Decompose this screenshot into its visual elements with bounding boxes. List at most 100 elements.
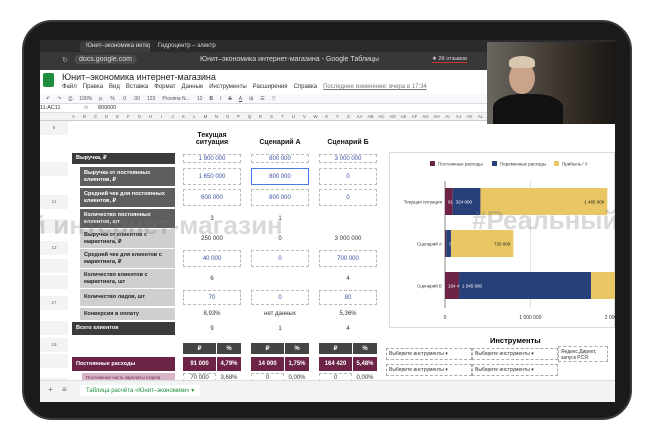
instrument-cell[interactable]: Яндекс.Директ, запуск РСЯ bbox=[558, 346, 608, 362]
column-header[interactable]: H bbox=[145, 114, 156, 119]
value-cell[interactable]: 1 650 000 bbox=[183, 168, 241, 185]
column-header[interactable]: AL bbox=[475, 114, 486, 119]
browser-tab-active[interactable]: Юнит–экономика интернет-магаз bbox=[80, 41, 150, 52]
value-cell[interactable]: 700 000 bbox=[319, 250, 377, 267]
column-header[interactable]: L bbox=[189, 114, 200, 119]
sheet-tab[interactable]: Таблица расчёта «Юнит–экономики» ▾ bbox=[80, 385, 201, 396]
font-select[interactable]: Proxima N... bbox=[162, 96, 190, 102]
row-number[interactable] bbox=[40, 354, 68, 368]
menu-data[interactable]: Данные bbox=[182, 84, 204, 90]
row-number[interactable]: 6 bbox=[40, 121, 68, 135]
zoom-select[interactable]: 100% bbox=[79, 96, 92, 102]
column-header[interactable]: AB bbox=[365, 114, 376, 119]
borders-icon[interactable]: ⊞ bbox=[249, 96, 253, 102]
column-header[interactable]: AK bbox=[464, 114, 475, 119]
value-cell[interactable]: 80 bbox=[319, 290, 377, 305]
menu-edit[interactable]: Правка bbox=[83, 84, 103, 90]
value-cell[interactable]: 3 000 000 bbox=[319, 154, 377, 163]
menu-tools[interactable]: Инструменты bbox=[209, 84, 246, 90]
name-box[interactable]: 11:AC11 bbox=[40, 105, 61, 111]
value-cell[interactable]: 1 900 000 bbox=[183, 154, 241, 163]
strike-button[interactable]: S bbox=[228, 96, 231, 102]
value-cell[interactable]: 800 000 bbox=[251, 189, 309, 206]
value-cell[interactable]: 70 bbox=[183, 290, 241, 305]
value-cell[interactable]: 800 000 bbox=[251, 168, 309, 185]
increase-decimal-button[interactable]: .00 bbox=[133, 96, 140, 102]
row-number[interactable]: 17 bbox=[40, 296, 68, 310]
value-cell[interactable]: 40 000 bbox=[183, 250, 241, 267]
column-header[interactable]: M bbox=[200, 114, 211, 119]
align-icon[interactable]: ☰ bbox=[260, 96, 264, 102]
menu-format[interactable]: Формат bbox=[154, 84, 175, 90]
column-header[interactable]: R bbox=[255, 114, 266, 119]
row-number[interactable]: 13 bbox=[40, 241, 68, 255]
column-header[interactable]: I bbox=[156, 114, 167, 119]
font-size-select[interactable]: 12 bbox=[197, 96, 203, 102]
row-number[interactable]: 19 bbox=[40, 338, 68, 352]
value-cell[interactable]: 0 bbox=[319, 189, 377, 206]
column-header[interactable]: U bbox=[288, 114, 299, 119]
menu-extensions[interactable]: Расширения bbox=[253, 84, 288, 90]
column-header[interactable]: V bbox=[299, 114, 310, 119]
instrument-dropdown[interactable]: Выберите инструменты ▾ bbox=[386, 364, 472, 376]
row-number[interactable]: 11 bbox=[40, 195, 68, 209]
last-edit-link[interactable]: Последнее изменение: вчера в 17:34 bbox=[323, 84, 427, 90]
column-header[interactable]: P bbox=[233, 114, 244, 119]
bold-button[interactable]: B bbox=[209, 96, 213, 102]
menu-view[interactable]: Вид bbox=[109, 84, 120, 90]
reload-icon[interactable]: ↻ bbox=[62, 56, 68, 64]
column-header[interactable]: B bbox=[79, 114, 90, 119]
column-header[interactable]: D bbox=[101, 114, 112, 119]
instrument-dropdown[interactable]: Выберите инструменты ▾ bbox=[472, 364, 558, 376]
column-header[interactable]: O bbox=[222, 114, 233, 119]
column-header[interactable]: Q bbox=[244, 114, 255, 119]
menu-file[interactable]: Файл bbox=[62, 84, 77, 90]
column-header[interactable]: S bbox=[266, 114, 277, 119]
add-sheet-icon[interactable]: + bbox=[48, 385, 53, 394]
column-header[interactable]: Y bbox=[332, 114, 343, 119]
stacked-bar-chart[interactable]: 0 1 000 000 2 000 000 Постоянные расходы Пер… bbox=[389, 152, 615, 328]
row-number[interactable] bbox=[40, 259, 68, 273]
column-header[interactable]: Z bbox=[343, 114, 354, 119]
formula-input[interactable]: 800000 bbox=[98, 105, 116, 111]
column-header[interactable]: AJ bbox=[453, 114, 464, 119]
column-header[interactable]: K bbox=[178, 114, 189, 119]
column-header[interactable]: C bbox=[90, 114, 101, 119]
column-header[interactable]: AA bbox=[354, 114, 365, 119]
column-header[interactable]: T bbox=[277, 114, 288, 119]
column-header[interactable]: AD bbox=[387, 114, 398, 119]
value-cell[interactable]: 0 bbox=[319, 168, 377, 185]
menu-insert[interactable]: Вставка bbox=[126, 84, 148, 90]
column-header[interactable]: E bbox=[112, 114, 123, 119]
instrument-dropdown[interactable]: Выберите инструменты ▾ bbox=[472, 348, 558, 360]
row-number[interactable] bbox=[40, 275, 68, 289]
italic-button[interactable]: I bbox=[220, 96, 221, 102]
decrease-decimal-button[interactable]: .0 bbox=[122, 96, 126, 102]
column-header[interactable]: AC bbox=[376, 114, 387, 119]
reviews-link[interactable]: ★ 2К отзывов bbox=[432, 56, 468, 63]
value-cell[interactable]: 600 000 bbox=[183, 189, 241, 206]
row-number[interactable] bbox=[40, 162, 68, 176]
redo-icon[interactable]: ↷ bbox=[57, 96, 61, 102]
column-header[interactable]: X bbox=[321, 114, 332, 119]
column-header[interactable]: AE bbox=[398, 114, 409, 119]
value-cell[interactable]: 800 000 bbox=[251, 154, 309, 163]
browser-tab[interactable]: Гидроцентр – электр bbox=[152, 41, 222, 52]
text-color-button[interactable]: A bbox=[239, 96, 242, 102]
currency-button[interactable]: р. bbox=[99, 96, 103, 102]
sheet-list-icon[interactable]: ≡ bbox=[62, 385, 67, 394]
print-icon[interactable]: ⎙ bbox=[68, 96, 72, 102]
instrument-dropdown[interactable]: Выберите инструменты ▾ bbox=[386, 348, 472, 360]
column-header[interactable]: AF bbox=[409, 114, 420, 119]
column-header[interactable]: F bbox=[123, 114, 134, 119]
value-cell[interactable]: 0 bbox=[251, 290, 309, 305]
doc-title[interactable]: Юнит–экономика интернет-магазина bbox=[62, 72, 216, 82]
undo-icon[interactable]: ↶ bbox=[46, 96, 50, 102]
format-select[interactable]: 123 bbox=[147, 96, 155, 102]
column-header[interactable]: AI bbox=[442, 114, 453, 119]
column-header[interactable]: J bbox=[167, 114, 178, 119]
star-icon[interactable]: ☆ bbox=[200, 72, 207, 81]
percent-button[interactable]: % bbox=[110, 96, 114, 102]
filter-icon[interactable]: ▽ bbox=[272, 96, 276, 102]
column-header[interactable]: W bbox=[310, 114, 321, 119]
